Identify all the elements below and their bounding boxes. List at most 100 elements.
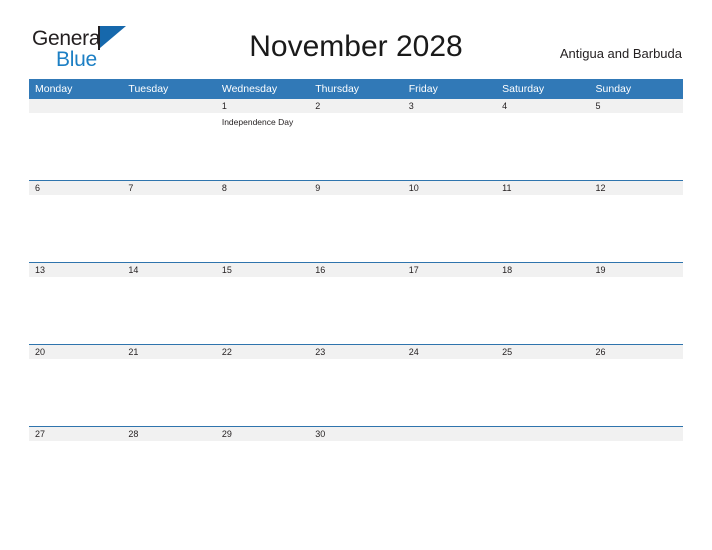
day-number: 11 xyxy=(496,181,590,195)
day-cell-content xyxy=(122,99,216,180)
day-number: 28 xyxy=(122,427,216,441)
day-cell-content: 2 xyxy=(309,99,403,180)
calendar-body: 1 Independence Day 2 3 4 5 6 7 8 9 10 11 12 13 14 15 16 1… xyxy=(29,99,683,508)
day-cell-content: 24 xyxy=(402,345,497,426)
calendar-day-cell[interactable] xyxy=(402,426,497,508)
day-events xyxy=(216,195,309,198)
calendar-day-cell[interactable]: 15 xyxy=(215,262,310,345)
day-events xyxy=(496,277,589,280)
day-number: 9 xyxy=(309,181,403,195)
day-events xyxy=(403,195,496,198)
day-events xyxy=(122,277,215,280)
day-events xyxy=(216,359,309,362)
calendar-day-cell[interactable] xyxy=(29,99,123,181)
day-cell-content xyxy=(589,427,683,508)
day-events xyxy=(403,113,496,116)
day-events xyxy=(29,359,122,362)
day-cell-content: 25 xyxy=(496,345,590,426)
calendar-day-cell[interactable]: 7 xyxy=(122,180,216,263)
calendar-table: Monday Tuesday Wednesday Thursday Friday… xyxy=(29,79,683,508)
calendar-day-cell[interactable]: 9 xyxy=(309,180,403,263)
calendar-day-cell[interactable]: 26 xyxy=(589,344,683,427)
calendar-day-cell[interactable]: 10 xyxy=(402,180,497,263)
day-number: 18 xyxy=(496,263,590,277)
day-cell-content: 28 xyxy=(122,427,216,508)
calendar-day-cell[interactable]: 14 xyxy=(122,262,216,345)
day-cell-content: 26 xyxy=(589,345,683,426)
day-events xyxy=(309,441,402,444)
day-cell-content: 17 xyxy=(402,263,497,344)
day-cell-content: 12 xyxy=(589,181,683,262)
calendar-week-row: 13 14 15 16 17 18 19 xyxy=(29,262,683,345)
day-events xyxy=(590,113,683,116)
calendar-day-cell[interactable]: 17 xyxy=(402,262,497,345)
calendar-day-cell[interactable]: 1 Independence Day xyxy=(215,99,310,181)
day-number: 21 xyxy=(122,345,216,359)
calendar-day-cell[interactable] xyxy=(589,426,683,508)
day-events xyxy=(590,441,683,444)
calendar-day-cell[interactable]: 16 xyxy=(309,262,403,345)
day-cell-content: 22 xyxy=(215,345,310,426)
day-events xyxy=(122,441,215,444)
day-cell-content: 13 xyxy=(29,263,123,344)
calendar-day-cell[interactable]: 23 xyxy=(309,344,403,427)
day-number: 30 xyxy=(309,427,403,441)
day-cell-content: 30 xyxy=(309,427,403,508)
calendar-day-cell[interactable] xyxy=(496,426,590,508)
weekday-header-wednesday: Wednesday xyxy=(215,79,310,99)
calendar-grid: Monday Tuesday Wednesday Thursday Friday… xyxy=(29,79,683,508)
calendar-day-cell[interactable]: 19 xyxy=(589,262,683,345)
weekday-header-friday: Friday xyxy=(402,79,497,99)
day-events xyxy=(29,441,122,444)
day-cell-content: 21 xyxy=(122,345,216,426)
calendar-day-cell[interactable]: 13 xyxy=(29,262,123,345)
day-events xyxy=(496,195,589,198)
calendar-day-cell[interactable]: 24 xyxy=(402,344,497,427)
day-number: 29 xyxy=(215,427,310,441)
calendar-day-cell[interactable]: 21 xyxy=(122,344,216,427)
calendar-day-cell[interactable]: 20 xyxy=(29,344,123,427)
calendar-day-cell[interactable]: 11 xyxy=(496,180,590,263)
day-events xyxy=(403,441,496,444)
day-events xyxy=(29,113,122,116)
calendar-day-cell[interactable]: 27 xyxy=(29,426,123,508)
calendar-day-cell[interactable]: 3 xyxy=(402,99,497,181)
weekday-header-monday: Monday xyxy=(29,79,123,99)
day-number: 26 xyxy=(589,345,683,359)
day-cell-content: 3 xyxy=(402,99,497,180)
weekday-header-tuesday: Tuesday xyxy=(122,79,216,99)
calendar-week-row: 27 28 29 30 xyxy=(29,426,683,508)
calendar-week-row: 6 7 8 9 10 11 12 xyxy=(29,180,683,263)
calendar-day-cell[interactable] xyxy=(122,99,216,181)
calendar-day-cell[interactable]: 4 xyxy=(496,99,590,181)
calendar-day-cell[interactable]: 2 xyxy=(309,99,403,181)
day-events xyxy=(216,277,309,280)
day-number: 24 xyxy=(402,345,497,359)
calendar-day-cell[interactable]: 6 xyxy=(29,180,123,263)
day-number: 3 xyxy=(402,99,497,113)
calendar-day-cell[interactable]: 5 xyxy=(589,99,683,181)
day-number: 25 xyxy=(496,345,590,359)
day-cell-content: 5 xyxy=(589,99,683,180)
calendar-header-row: Monday Tuesday Wednesday Thursday Friday… xyxy=(29,79,683,99)
day-cell-content: 9 xyxy=(309,181,403,262)
calendar-week-row: 1 Independence Day 2 3 4 5 xyxy=(29,99,683,181)
calendar-day-cell[interactable]: 28 xyxy=(122,426,216,508)
calendar-day-cell[interactable]: 8 xyxy=(215,180,310,263)
calendar-week-row: 20 21 22 23 24 25 26 xyxy=(29,344,683,427)
calendar-day-cell[interactable]: 29 xyxy=(215,426,310,508)
day-number: 4 xyxy=(496,99,590,113)
day-number xyxy=(496,427,590,441)
weekday-header-thursday: Thursday xyxy=(309,79,403,99)
day-events xyxy=(309,195,402,198)
calendar-day-cell[interactable]: 12 xyxy=(589,180,683,263)
calendar-day-cell[interactable]: 18 xyxy=(496,262,590,345)
page-header: General Blue November 2028 Antigua and B… xyxy=(0,0,712,70)
calendar-day-cell[interactable]: 25 xyxy=(496,344,590,427)
day-cell-content: 1 Independence Day xyxy=(215,99,310,180)
day-events xyxy=(122,113,215,116)
day-cell-content xyxy=(496,427,590,508)
day-cell-content xyxy=(29,99,123,180)
calendar-day-cell[interactable]: 30 xyxy=(309,426,403,508)
calendar-day-cell[interactable]: 22 xyxy=(215,344,310,427)
